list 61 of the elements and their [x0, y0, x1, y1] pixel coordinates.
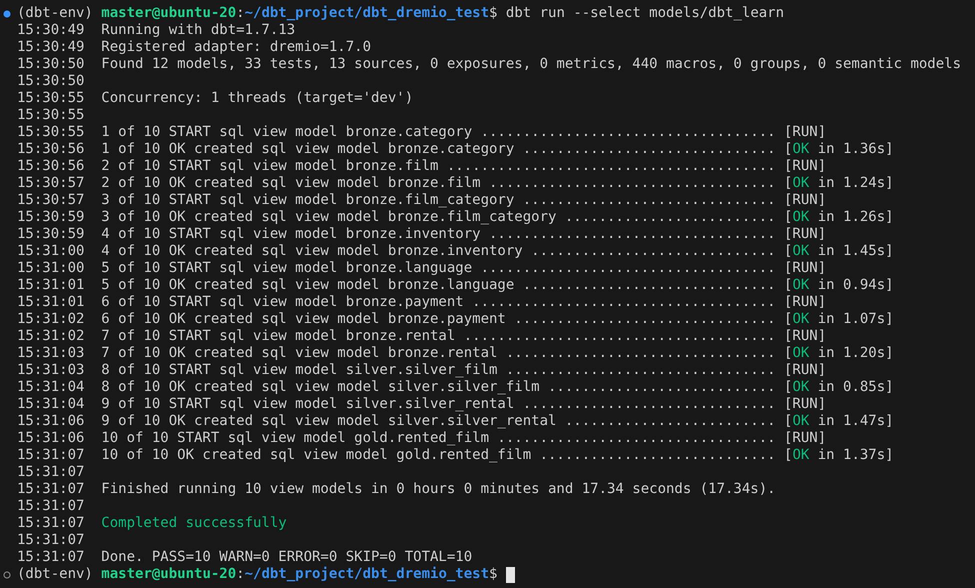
log-message: 9 of 10 OK created sql view model silver.silver_rental ......................... [OK in 1.47s]: [101, 413, 894, 430]
log-message: 2 of 10 OK created sql view model bronze.film .................................. [OK in 1.24s]: [101, 175, 894, 192]
timestamp: 15:30:49: [17, 22, 84, 39]
log-message: 7 of 10 OK created sql view model bronze.rental ................................ [OK in 1.20s]: [101, 345, 894, 362]
log-message: 5 of 10 START sql view model bronze.language ................................... [RUN]: [101, 260, 826, 277]
timestamp: 15:31:02: [17, 328, 84, 345]
log-message: Concurrency: 1 threads (target='dev'): [101, 90, 414, 107]
log-message: 10 of 10 START sql view model gold.rented_film ................................. [RUN]: [101, 430, 826, 447]
log-message: 7 of 10 START sql view model bronze.rental ..................................... [RUN]: [101, 328, 826, 345]
timestamp: 15:31:03: [17, 345, 84, 362]
log-message: Finished running 10 view models in 0 hours 0 minutes and 17.34 seconds (17.34s).: [101, 481, 776, 498]
log-message: 2 of 10 START sql view model bronze.film ....................................... [RUN]: [101, 158, 826, 175]
log-message: Done. PASS=10 WARN=0 ERROR=0 SKIP=0 TOTAL=10: [101, 549, 472, 566]
timestamp: 15:30:55: [17, 90, 84, 107]
timestamp: 15:31:00: [17, 260, 84, 277]
timestamp: 15:30:49: [17, 39, 84, 56]
timestamp: 15:30:50: [17, 73, 84, 90]
timestamp: 15:31:04: [17, 396, 84, 413]
log-message: 3 of 10 OK created sql view model bronze.film_category ......................... [OK in 1.26s]: [101, 209, 894, 226]
log-message: Registered adapter: dremio=1.7.0: [101, 39, 371, 56]
log-message: Running with dbt=1.7.13: [101, 22, 296, 39]
timestamp: 15:31:00: [17, 243, 84, 260]
timestamp: 15:31:07: [17, 532, 84, 549]
log-message: 8 of 10 OK created sql view model silver.silver_film ........................... [OK in 0.85s]: [101, 379, 894, 396]
timestamp: 15:31:07: [17, 515, 84, 532]
command-prompt: (dbt-env) master@ubuntu-20:~/dbt_project/dbt_dremio_test$: [17, 566, 498, 583]
timestamp: 15:31:06: [17, 413, 84, 430]
timestamp: 15:30:50: [17, 56, 84, 73]
log-message: 8 of 10 START sql view model silver.silver_film ................................ [RUN]: [101, 362, 826, 379]
timestamp: 15:31:07: [17, 549, 84, 566]
log-message: 6 of 10 START sql view model bronze.payment .................................... [RUN]: [101, 294, 826, 311]
log-message: 4 of 10 OK created sql view model bronze.inventory ............................. [OK in 1.45s]: [101, 243, 894, 260]
log-message: 1 of 10 OK created sql view model bronze.category .............................. [OK in 1.36s]: [101, 141, 894, 158]
timestamp: 15:31:03: [17, 362, 84, 379]
timestamp: 15:30:56: [17, 158, 84, 175]
timestamp: 15:31:07: [17, 481, 84, 498]
log-message: 3 of 10 START sql view model bronze.film_category .............................. [RUN]: [101, 192, 826, 209]
timestamp: 15:31:01: [17, 294, 84, 311]
timestamp: 15:31:02: [17, 311, 84, 328]
timestamp: 15:30:59: [17, 226, 84, 243]
timestamp: 15:31:07: [17, 447, 84, 464]
timestamp: 15:30:57: [17, 192, 84, 209]
timestamp: 15:30:59: [17, 209, 84, 226]
timestamp: 15:31:06: [17, 430, 84, 447]
log-message: Completed successfully: [101, 515, 287, 532]
log-message: Found 12 models, 33 tests, 13 sources, 0 exposures, 0 metrics, 440 macros, 0 groups, 0 semantic models: [101, 56, 962, 73]
timestamp: 15:31:04: [17, 379, 84, 396]
timestamp: 15:30:55: [17, 107, 84, 124]
log-message: 6 of 10 OK created sql view model bronze.payment ............................... [OK in 1.07s]: [101, 311, 894, 328]
log-message: 9 of 10 START sql view model silver.silver_rental .............................. [RUN]: [101, 396, 826, 413]
timestamp: 15:31:01: [17, 277, 84, 294]
command-prompt: (dbt-env) master@ubuntu-20:~/dbt_project/dbt_dremio_test$ dbt run --select models/dbt_learn: [17, 5, 784, 22]
log-message: 1 of 10 START sql view model bronze.category ................................... [RUN]: [101, 124, 826, 141]
timestamp: 15:30:55: [17, 124, 84, 141]
log-message: 10 of 10 OK created sql view model gold.rented_film ............................ [OK in 1.37s]: [101, 447, 894, 464]
timestamp: 15:31:07: [17, 498, 84, 515]
log-message: 5 of 10 OK created sql view model bronze.language .............................. [OK in 0.94s]: [101, 277, 894, 294]
timestamp: 15:30:57: [17, 175, 84, 192]
timestamp: 15:30:56: [17, 141, 84, 158]
log-message: 4 of 10 START sql view model bronze.inventory .................................. [RUN]: [101, 226, 826, 243]
timestamp: 15:31:07: [17, 464, 84, 481]
